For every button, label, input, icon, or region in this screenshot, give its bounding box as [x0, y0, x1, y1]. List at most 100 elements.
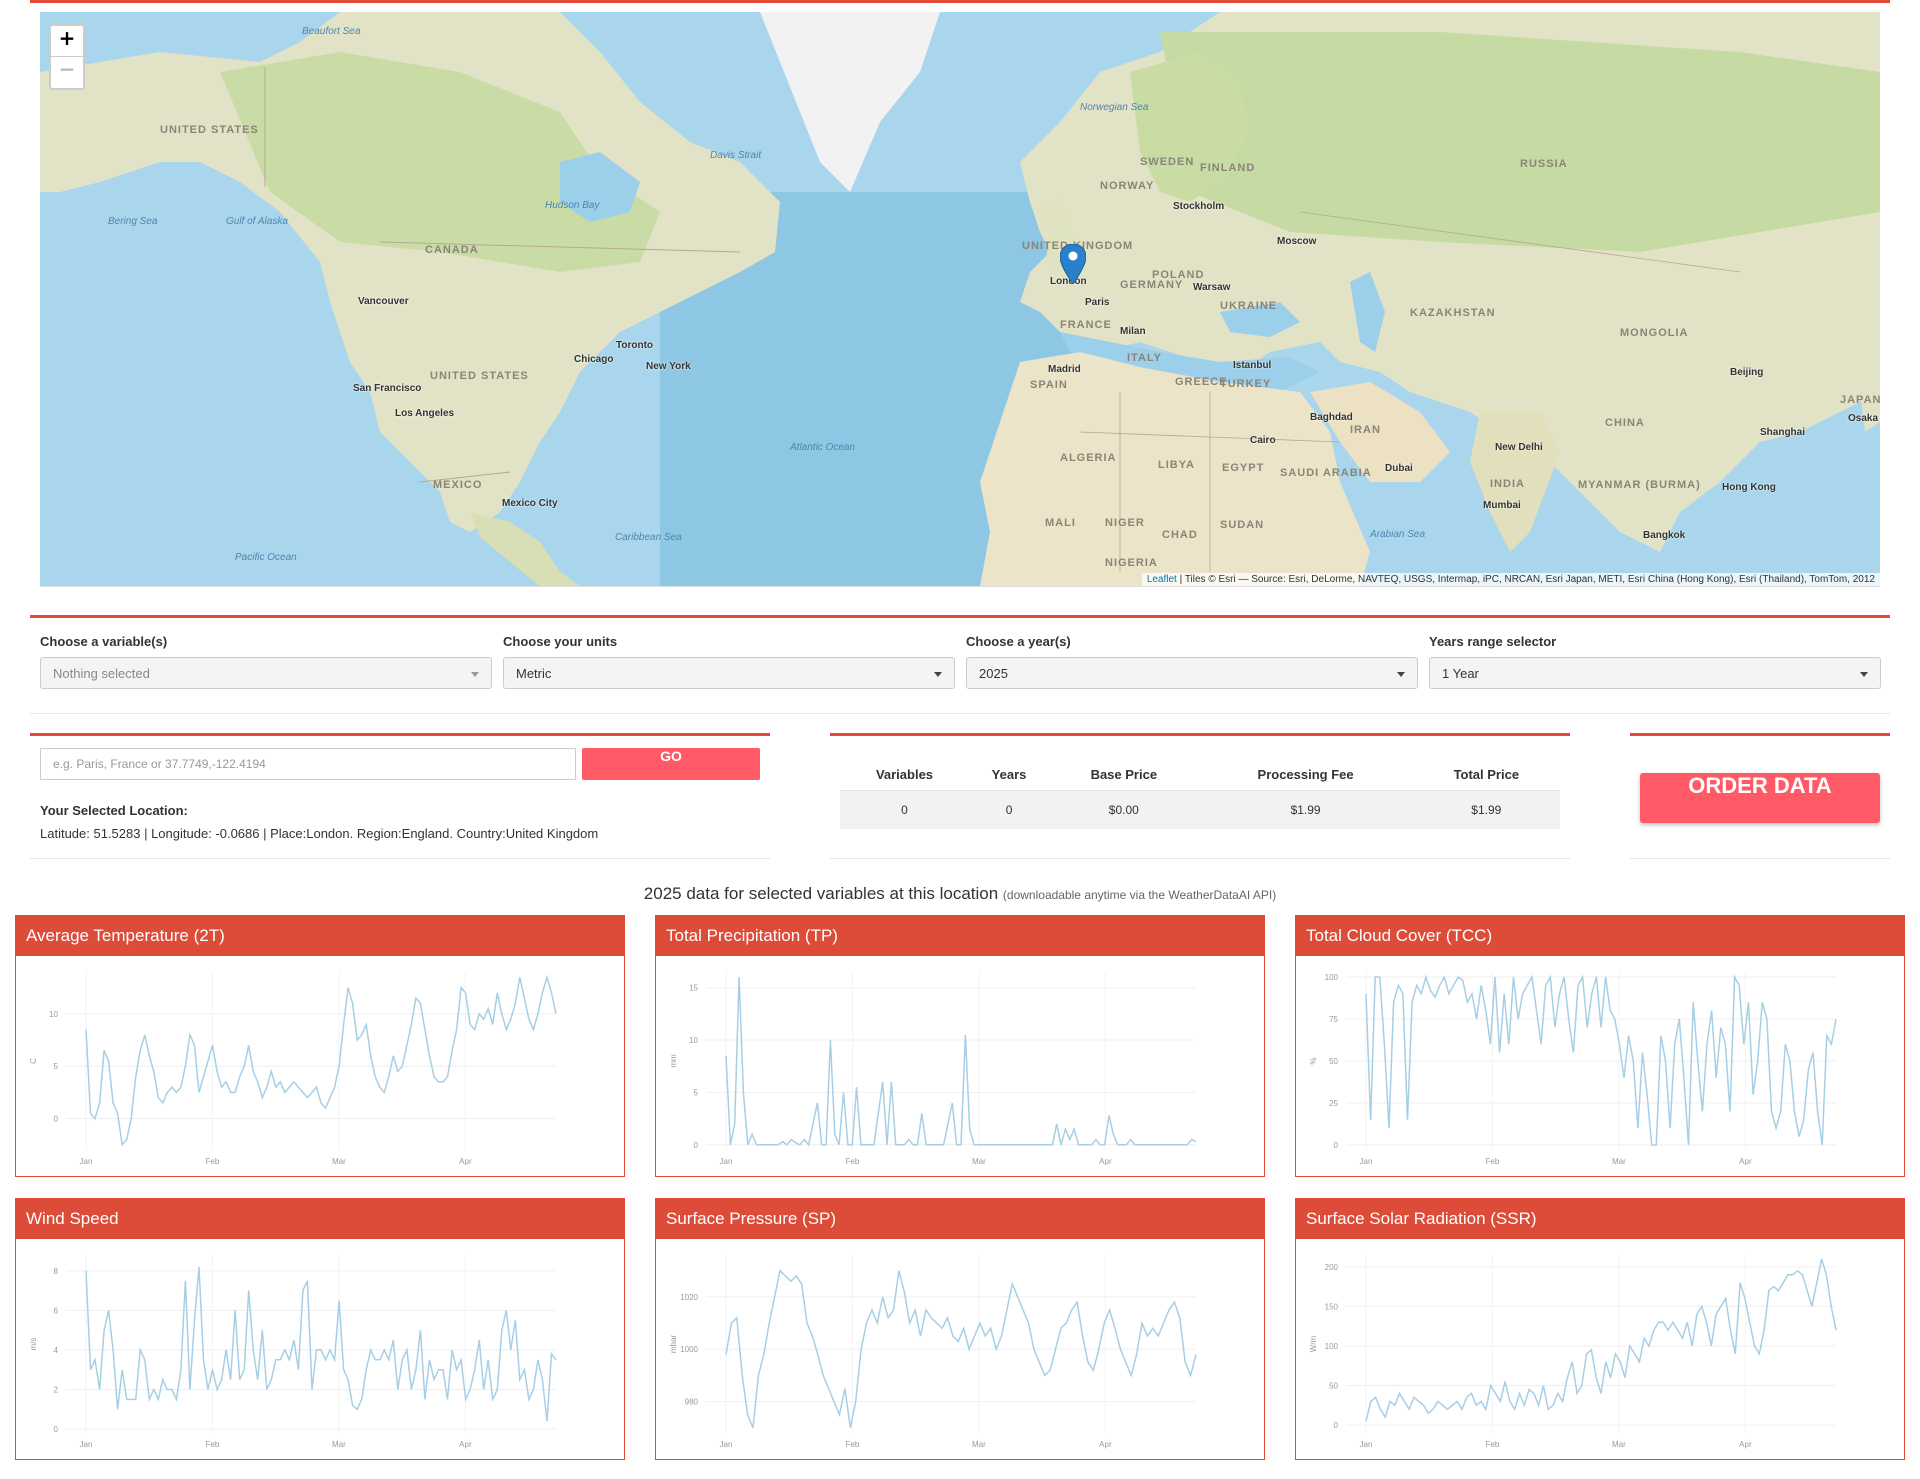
- country-label: EGYPT: [1222, 462, 1265, 474]
- zoom-out-button[interactable]: −: [51, 56, 83, 87]
- chart-card-temperature: Average Temperature (2T) 0 5 10 Jan Feb Mar Ap…: [15, 915, 625, 1177]
- wind-speed-chart[interactable]: 0 2 4 6 8 Jan Feb Mar Apr m/s: [16, 1241, 624, 1459]
- country-label: CANADA: [425, 244, 479, 256]
- pricing-row: 0 0 $0.00 $1.99 $1.99: [840, 790, 1560, 829]
- x-tick-label: Feb: [846, 1157, 860, 1166]
- country-label: MONGOLIA: [1620, 327, 1689, 339]
- city-label: Dubai: [1385, 463, 1413, 474]
- leaflet-link[interactable]: Leaflet: [1147, 574, 1177, 585]
- chart-title: Average Temperature (2T): [16, 916, 624, 956]
- y-axis-label: m/s: [29, 1338, 38, 1351]
- city-label: Cairo: [1250, 435, 1276, 446]
- ocean-label: Caribbean Sea: [615, 532, 682, 543]
- y-tick-label: 5: [694, 1088, 699, 1097]
- chart-card-cloud-cover: Total Cloud Cover (TCC) 0 25 50 75 100 Jan Feb…: [1295, 915, 1905, 1177]
- x-tick-label: Jan: [80, 1440, 93, 1449]
- years-range-select[interactable]: 1 Year: [1429, 657, 1881, 689]
- map[interactable]: Beaufort Sea Bering Sea Gulf of Alaska Huds…: [40, 12, 1880, 587]
- variable-select[interactable]: Nothing selected: [40, 657, 492, 689]
- city-label: Shanghai: [1760, 427, 1806, 438]
- y-tick-label: 150: [1325, 1302, 1339, 1311]
- y-tick-label: 0: [54, 1115, 59, 1124]
- location-search-input[interactable]: e.g. Paris, France or 37.7749,-122.4194: [40, 748, 576, 780]
- cell-variables: 0: [840, 790, 969, 829]
- country-label: TURKEY: [1220, 378, 1272, 390]
- units-select-value: Metric: [516, 666, 552, 681]
- country-label: NIGER: [1105, 517, 1145, 529]
- variable-select-group: Choose a variable(s) Nothing selected: [40, 634, 492, 689]
- year-select-group: Choose a year(s) 2025: [966, 634, 1418, 689]
- x-tick-label: Jan: [720, 1440, 733, 1449]
- year-select-value: 2025: [979, 666, 1008, 681]
- selected-location-details: Latitude: 51.5283 | Longitude: -0.0686 |…: [40, 826, 599, 841]
- ocean-label: Arabian Sea: [1370, 529, 1426, 540]
- y-tick-label: 25: [1329, 1099, 1338, 1108]
- chevron-down-icon: [471, 672, 479, 677]
- x-tick-label: Feb: [1486, 1157, 1500, 1166]
- year-select[interactable]: 2025: [966, 657, 1418, 689]
- chart-title: Surface Pressure (SP): [656, 1199, 1264, 1239]
- units-select[interactable]: Metric: [503, 657, 955, 689]
- header-total-price: Total Price: [1412, 758, 1560, 791]
- chevron-down-icon: [934, 672, 942, 677]
- city-label: Los Angeles: [395, 408, 455, 419]
- zoom-in-button[interactable]: +: [51, 26, 83, 56]
- city-label: Istanbul: [1233, 360, 1272, 371]
- surface-pressure-chart[interactable]: 980 1000 1020 Jan Feb Mar Apr mbar: [656, 1241, 1264, 1459]
- cloud-cover-chart[interactable]: 0 25 50 75 100 Jan Feb Mar Apr%: [1296, 958, 1904, 1176]
- city-label: Mumbai: [1483, 500, 1521, 511]
- header-processing-fee: Processing Fee: [1198, 758, 1413, 791]
- ocean-label: Davis Strait: [710, 150, 762, 161]
- ocean-label: Hudson Bay: [545, 200, 600, 211]
- chart-card-solar-radiation: Surface Solar Radiation (SSR) 0 50 100 150 2…: [1295, 1198, 1905, 1460]
- x-tick-label: Jan: [1360, 1440, 1373, 1449]
- city-label: Beijing: [1730, 367, 1764, 378]
- y-tick-label: 50: [1329, 1382, 1338, 1391]
- cell-years: 0: [968, 790, 1050, 829]
- city-label: Osaka: [1848, 413, 1879, 424]
- solar-radiation-chart[interactable]: 0 50 100 150 200 Jan Feb Mar Apr W/m: [1296, 1241, 1904, 1459]
- x-tick-label: Mar: [1612, 1157, 1626, 1166]
- country-label: MYANMAR (BURMA): [1578, 479, 1701, 491]
- y-tick-label: 0: [694, 1141, 699, 1150]
- x-tick-label: Jan: [80, 1157, 93, 1166]
- country-label: MALI: [1045, 517, 1076, 529]
- temperature-chart[interactable]: 0 5 10 Jan Feb Mar Apr C: [16, 958, 624, 1176]
- country-label: MEXICO: [433, 479, 483, 491]
- x-tick-label: Mar: [972, 1157, 986, 1166]
- chart-title: Surface Solar Radiation (SSR): [1296, 1199, 1904, 1239]
- precipitation-chart[interactable]: 0 5 10 15 Jan Feb Mar Apr mm: [656, 958, 1264, 1176]
- ocean-label: Gulf of Alaska: [226, 216, 288, 227]
- city-label: Hong Kong: [1722, 482, 1776, 493]
- year-select-label: Choose a year(s): [966, 634, 1071, 649]
- country-label: SWEDEN: [1140, 156, 1195, 168]
- x-tick-label: Feb: [1486, 1440, 1500, 1449]
- ocean-label: Bering Sea: [108, 216, 158, 227]
- ocean-label: Norwegian Sea: [1080, 102, 1149, 113]
- pricing-panel: Variables Years Base Price Processing Fe…: [830, 733, 1570, 859]
- city-label: Moscow: [1277, 236, 1317, 247]
- ocean-label: Atlantic Ocean: [790, 442, 856, 453]
- x-tick-label: Apr: [1739, 1440, 1752, 1449]
- order-data-button[interactable]: ORDER DATA: [1640, 773, 1880, 823]
- x-tick-label: Apr: [1099, 1440, 1112, 1449]
- chart-card-wind-speed: Wind Speed 0 2 4 6 8 Jan Feb Mar Apr m/s: [15, 1198, 625, 1460]
- chart-card-precipitation: Total Precipitation (TP) 0 5 10 15 Jan Feb Mar…: [655, 915, 1265, 1177]
- x-tick-label: Apr: [1739, 1157, 1752, 1166]
- y-axis-label: mm: [669, 1054, 678, 1068]
- go-button[interactable]: GO: [582, 748, 760, 780]
- y-axis-label: %: [1309, 1057, 1318, 1064]
- x-tick-label: Jan: [1360, 1157, 1373, 1166]
- city-label: Vancouver: [358, 296, 409, 307]
- y-tick-label: 980: [685, 1398, 699, 1407]
- country-label: UNITED STATES: [430, 370, 529, 382]
- x-tick-label: Mar: [332, 1157, 346, 1166]
- country-label: UKRAINE: [1220, 300, 1278, 312]
- y-tick-label: 100: [1325, 973, 1339, 982]
- y-tick-label: 4: [54, 1346, 59, 1355]
- city-label: Chicago: [574, 354, 614, 365]
- country-label: SAUDI ARABIA: [1280, 467, 1372, 479]
- y-axis-label: C: [29, 1058, 38, 1064]
- country-label: KAZAKHSTAN: [1410, 307, 1496, 319]
- selector-panel: Choose a variable(s) Nothing selected Ch…: [30, 615, 1890, 714]
